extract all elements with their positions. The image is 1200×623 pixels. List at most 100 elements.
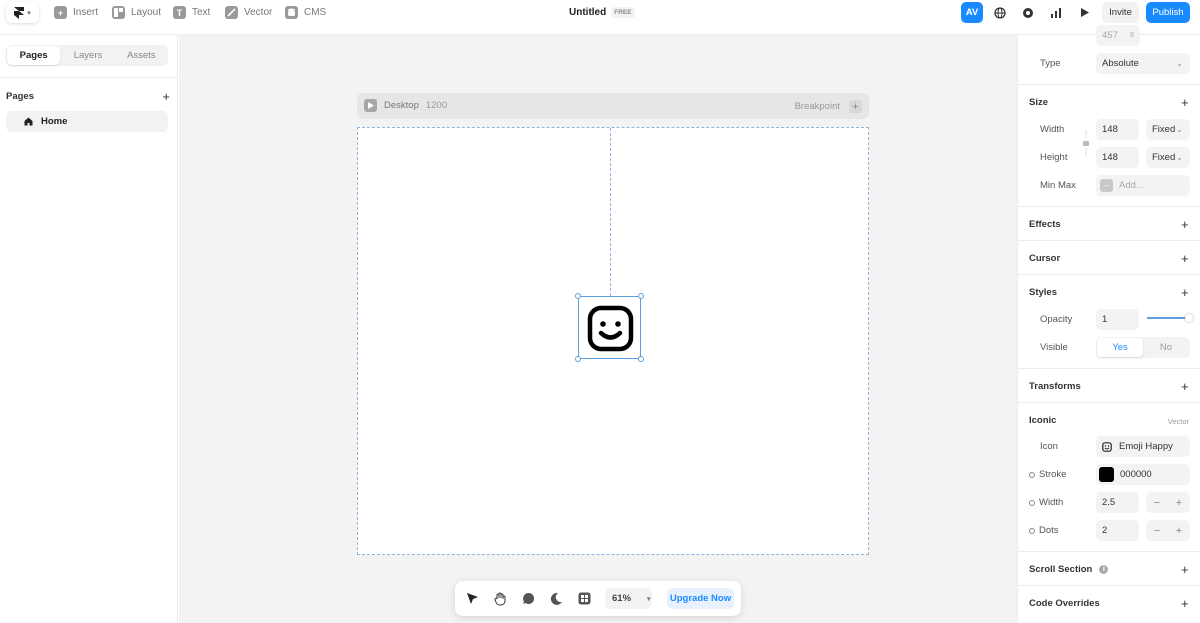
- tab-pages[interactable]: Pages: [7, 46, 61, 65]
- framer-menu-button[interactable]: ▾: [6, 2, 39, 23]
- page-item-home[interactable]: Home: [6, 111, 168, 132]
- minmax-label: Min Max: [1040, 180, 1076, 191]
- hand-tool-icon[interactable]: [493, 591, 508, 606]
- chevron-down-icon: ⌄: [1176, 153, 1183, 162]
- width-input[interactable]: 148: [1096, 119, 1139, 140]
- opacity-slider[interactable]: [1147, 314, 1193, 322]
- width-variable-icon[interactable]: [1029, 499, 1035, 506]
- height-input[interactable]: 148: [1096, 147, 1139, 168]
- stroke-variable-icon[interactable]: [1029, 471, 1035, 478]
- effects-add-icon[interactable]: +: [1181, 218, 1189, 231]
- tab-assets[interactable]: Assets: [115, 45, 168, 66]
- stroke-swatch[interactable]: [1099, 467, 1114, 482]
- publish-button[interactable]: Publish: [1146, 2, 1190, 23]
- height-mode-select[interactable]: Fixed ⌄: [1146, 147, 1190, 168]
- plus-icon: +: [849, 100, 862, 113]
- preview-button[interactable]: [1073, 2, 1095, 23]
- insert-button[interactable]: + Insert: [54, 5, 98, 20]
- type-select[interactable]: Absolute ⌄: [1096, 53, 1190, 74]
- dots-variable-icon[interactable]: [1029, 527, 1035, 534]
- minus-icon[interactable]: −: [1154, 497, 1160, 509]
- visible-no-option[interactable]: No: [1143, 338, 1189, 357]
- width-mode-select[interactable]: Fixed ⌄: [1146, 119, 1190, 140]
- code-overrides-add-icon[interactable]: +: [1181, 597, 1189, 610]
- opacity-slider-thumb[interactable]: [1185, 314, 1193, 322]
- stroke-color-field[interactable]: 000000: [1096, 464, 1190, 485]
- stroke-value: 000000: [1120, 469, 1152, 480]
- selected-icon-layer[interactable]: [575, 293, 644, 362]
- zoom-select[interactable]: 61% ▾: [605, 588, 652, 609]
- visible-yes-option[interactable]: Yes: [1097, 338, 1143, 357]
- globe-icon: [994, 6, 1006, 19]
- upgrade-button[interactable]: Upgrade Now: [667, 588, 734, 609]
- minus-icon[interactable]: −: [1154, 525, 1160, 537]
- document-title-text: Untitled: [569, 7, 607, 18]
- transforms-add-icon[interactable]: +: [1181, 380, 1189, 393]
- canvas[interactable]: Desktop 1200 Breakpoint +: [179, 35, 1017, 623]
- dots-input[interactable]: 2: [1096, 520, 1139, 541]
- settings-button[interactable]: [1017, 2, 1039, 23]
- vector-button[interactable]: Vector: [225, 5, 272, 20]
- play-icon: [1080, 8, 1089, 17]
- minmax-field[interactable]: ↔ Add...: [1096, 175, 1190, 196]
- position-field[interactable]: 457 8: [1096, 25, 1140, 46]
- analytics-button[interactable]: [1045, 2, 1067, 23]
- gear-icon: [1023, 7, 1033, 18]
- info-icon[interactable]: i: [1099, 565, 1109, 574]
- opacity-input[interactable]: 1: [1096, 309, 1139, 330]
- avatar[interactable]: AV: [961, 2, 983, 23]
- preview-breakpoint-button[interactable]: [364, 99, 377, 112]
- breakpoint-name: Desktop: [384, 100, 419, 111]
- center-guide: [610, 128, 611, 296]
- comment-tool-icon[interactable]: [521, 591, 536, 606]
- plus-icon[interactable]: +: [1176, 497, 1182, 509]
- cursor-section-title: Cursor: [1029, 253, 1061, 264]
- dots-label-row: Dots: [1029, 525, 1059, 536]
- iconic-subtitle: Vector: [1167, 417, 1189, 426]
- layout-button[interactable]: Layout: [112, 5, 161, 20]
- grid-view-icon[interactable]: [577, 591, 592, 606]
- divider: [1018, 274, 1200, 275]
- plus-icon[interactable]: +: [1176, 525, 1182, 537]
- globe-button[interactable]: [989, 2, 1011, 23]
- add-page-icon[interactable]: +: [162, 89, 170, 104]
- effects-section-title: Effects: [1029, 219, 1061, 230]
- select-tool-icon[interactable]: [465, 591, 480, 606]
- plus-square-icon: +: [54, 6, 67, 19]
- bar-chart-icon: [1051, 7, 1061, 18]
- breakpoint-width: 1200: [425, 100, 447, 111]
- lock-aspect-icon[interactable]: [1082, 130, 1090, 156]
- cms-button[interactable]: CMS: [285, 5, 326, 20]
- dark-mode-icon[interactable]: [549, 591, 564, 606]
- chevron-down-icon: ⌄: [1176, 125, 1183, 134]
- properties-panel: 457 8 Type Absolute ⌄ Size + Width 148 F…: [1017, 25, 1200, 623]
- stroke-label: Stroke: [1039, 469, 1067, 480]
- text-button[interactable]: T Text: [173, 5, 210, 20]
- styles-add-icon[interactable]: +: [1181, 286, 1189, 299]
- iconic-section-title: Iconic: [1029, 415, 1057, 426]
- desktop-frame[interactable]: [357, 127, 869, 555]
- pen-icon: [225, 6, 238, 19]
- document-title[interactable]: Untitled FREE: [569, 7, 635, 18]
- breakpoint-label[interactable]: Desktop 1200: [384, 100, 447, 111]
- stroke-width-input[interactable]: 2.5: [1096, 492, 1139, 513]
- chevron-down-icon: ▾: [647, 595, 651, 603]
- vector-label: Vector: [244, 7, 273, 18]
- scroll-section-add-icon[interactable]: +: [1181, 563, 1189, 576]
- dots-stepper: − +: [1146, 520, 1190, 541]
- text-icon: T: [173, 6, 186, 19]
- add-breakpoint[interactable]: Breakpoint +: [795, 100, 862, 113]
- cursor-add-icon[interactable]: +: [1181, 252, 1189, 265]
- tab-layers[interactable]: Layers: [61, 45, 114, 66]
- position-value: 457: [1102, 30, 1118, 41]
- size-add-icon[interactable]: +: [1181, 96, 1189, 109]
- zoom-value: 61%: [612, 593, 632, 604]
- icon-select[interactable]: Emoji Happy: [1096, 436, 1190, 457]
- dots-label: Dots: [1039, 525, 1059, 536]
- invite-button[interactable]: Invite: [1102, 2, 1139, 23]
- type-value: Absolute: [1102, 58, 1139, 69]
- dots-value: 2: [1102, 525, 1108, 536]
- divider: [1018, 368, 1200, 369]
- code-overrides-section-title: Code Overrides: [1029, 598, 1100, 609]
- height-label: Height: [1040, 152, 1068, 163]
